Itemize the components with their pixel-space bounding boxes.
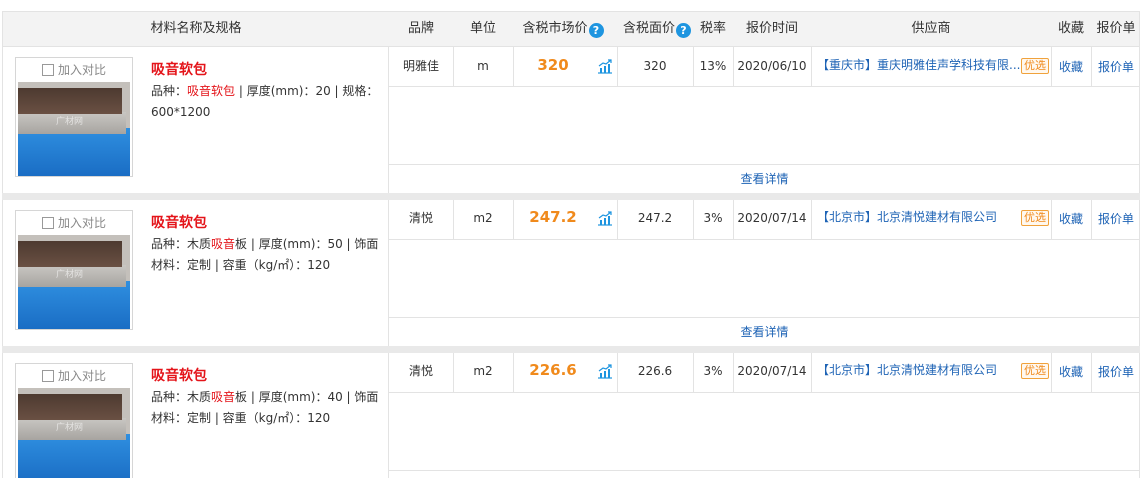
product-image-box[interactable]: 加入对比 广材网 [15,57,133,177]
spec-highlight: 吸音软包 [187,84,236,98]
spec-highlight: 吸音 [211,390,236,404]
spec-prefix: 品种： [151,84,188,98]
question-circle-icon[interactable]: ? [676,23,691,38]
checkbox-icon[interactable] [41,64,54,76]
quote-sheet-link[interactable]: 报价单 [1098,363,1134,380]
checkbox-icon[interactable] [41,370,54,382]
product-info: 加入对比 广材网 吸音软包 品种：吸音软包 | 厚度(mm)：20 | 规格：6… [3,47,389,193]
view-details-link[interactable]: 查看详情 [389,318,1140,346]
quote-sheet-link[interactable]: 报价单 [1098,58,1134,75]
market-price-cell: 247.2 [529,208,577,226]
table-header: 材料名称及规格 品牌 单位 含税市场价? 含税面价? 税率 报价时间 供应商 收… [2,11,1140,47]
header-favorite: 收藏 [1057,21,1084,36]
product-spec: 品种：木质吸音板 | 厚度(mm)：50 | 饰面材料：定制 | 容重（kg/㎡… [151,234,385,276]
preferred-badge: 优选 [1021,363,1049,379]
header-brand: 品牌 [407,21,434,36]
add-compare-label: 加入对比 [57,216,106,230]
market-price-cell: 226.6 [529,361,577,379]
tax-rate-cell: 3% [703,211,723,225]
watermark: 广材网 [56,117,84,127]
face-price-cell: 226.6 [637,364,673,378]
view-details-link[interactable]: 查看详情 [389,165,1140,193]
unit-cell: m2 [473,211,493,225]
price-trend-chart-icon[interactable] [597,363,613,379]
quote-sheet-link[interactable]: 报价单 [1098,210,1134,227]
table-row: 加入对比 广材网 吸音软包 品种：木质吸音板 | 厚度(mm)：40 | 饰面材… [2,353,1140,478]
quote-time-cell: 2020/07/14 [737,364,807,378]
question-circle-icon[interactable]: ? [588,23,604,38]
price-trend-chart-icon[interactable] [597,58,613,74]
header-unit: 单位 [469,21,496,36]
favorite-link[interactable]: 收藏 [1059,210,1083,227]
product-info: 加入对比 广材网 吸音软包 品种：木质吸音板 | 厚度(mm)：40 | 饰面材… [3,353,389,478]
watermark: 广材网 [56,270,84,280]
product-spec: 品种：木质吸音板 | 厚度(mm)：40 | 饰面材料：定制 | 容重（kg/㎡… [151,387,385,429]
brand-cell: 明雅佳 [402,59,439,73]
header-name-spec: 材料名称及规格 [150,21,242,36]
add-compare-checkbox[interactable]: 加入对比 [16,364,132,388]
row-separator [2,346,1140,353]
product-photo[interactable]: 广材网 [18,82,130,176]
product-name-link[interactable]: 吸音软包 [151,365,207,385]
header-face-price: 含税面价? [617,12,697,46]
unit-cell: m [477,59,489,73]
brand-cell: 清悦 [408,211,433,225]
header-market-price: 含税市场价? [513,12,613,46]
product-photo[interactable]: 广材网 [18,388,130,478]
quote-time-cell: 2020/07/14 [737,211,807,225]
row-separator [2,193,1140,200]
add-compare-checkbox[interactable]: 加入对比 [16,58,132,82]
header-tax-rate: 税率 [699,21,726,36]
market-price-cell: 320 [537,56,569,74]
face-price-cell: 320 [643,59,667,73]
spec-prefix: 品种：木质 [151,390,212,404]
favorite-link[interactable]: 收藏 [1059,58,1083,75]
product-image-box[interactable]: 加入对比 广材网 [15,363,133,478]
favorite-link[interactable]: 收藏 [1059,363,1083,380]
header-quote-time: 报价时间 [745,21,798,36]
supplier-link[interactable]: 【北京市】北京清悦建材有限公司 [817,361,1021,378]
watermark: 广材网 [56,423,84,433]
tax-rate-cell: 13% [699,59,727,73]
product-info: 加入对比 广材网 吸音软包 品种：木质吸音板 | 厚度(mm)：50 | 饰面材… [3,200,389,346]
supplier-link[interactable]: 【重庆市】重庆明雅佳声学科技有限... [817,56,1021,73]
spec-highlight: 吸音 [211,237,236,251]
product-name-link[interactable]: 吸音软包 [151,59,207,79]
header-market-price-label: 含税市场价 [522,21,588,36]
preferred-badge: 优选 [1021,58,1049,74]
header-supplier: 供应商 [911,21,951,36]
add-compare-checkbox[interactable]: 加入对比 [16,211,132,235]
header-face-price-label: 含税面价 [622,21,675,36]
table-row: 加入对比 广材网 吸音软包 品种：吸音软包 | 厚度(mm)：20 | 规格：6… [2,47,1140,193]
add-compare-label: 加入对比 [57,369,106,383]
product-photo[interactable]: 广材网 [18,235,130,329]
price-trend-chart-icon[interactable] [597,210,613,226]
quote-time-cell: 2020/06/10 [737,59,807,73]
add-compare-label: 加入对比 [57,63,106,77]
product-image-box[interactable]: 加入对比 广材网 [15,210,133,330]
supplier-link[interactable]: 【北京市】北京清悦建材有限公司 [817,208,1021,225]
table-row: 加入对比 广材网 吸音软包 品种：木质吸音板 | 厚度(mm)：50 | 饰面材… [2,200,1140,346]
face-price-cell: 247.2 [637,211,673,225]
preferred-badge: 优选 [1021,210,1049,226]
brand-cell: 清悦 [408,364,433,378]
header-quote-sheet: 报价单 [1096,21,1136,36]
unit-cell: m2 [473,364,493,378]
spec-prefix: 品种：木质 [151,237,212,251]
tax-rate-cell: 3% [703,364,723,378]
product-spec: 品种：吸音软包 | 厚度(mm)：20 | 规格：600*1200 [151,81,385,123]
checkbox-icon[interactable] [41,217,54,229]
product-name-link[interactable]: 吸音软包 [151,212,207,232]
